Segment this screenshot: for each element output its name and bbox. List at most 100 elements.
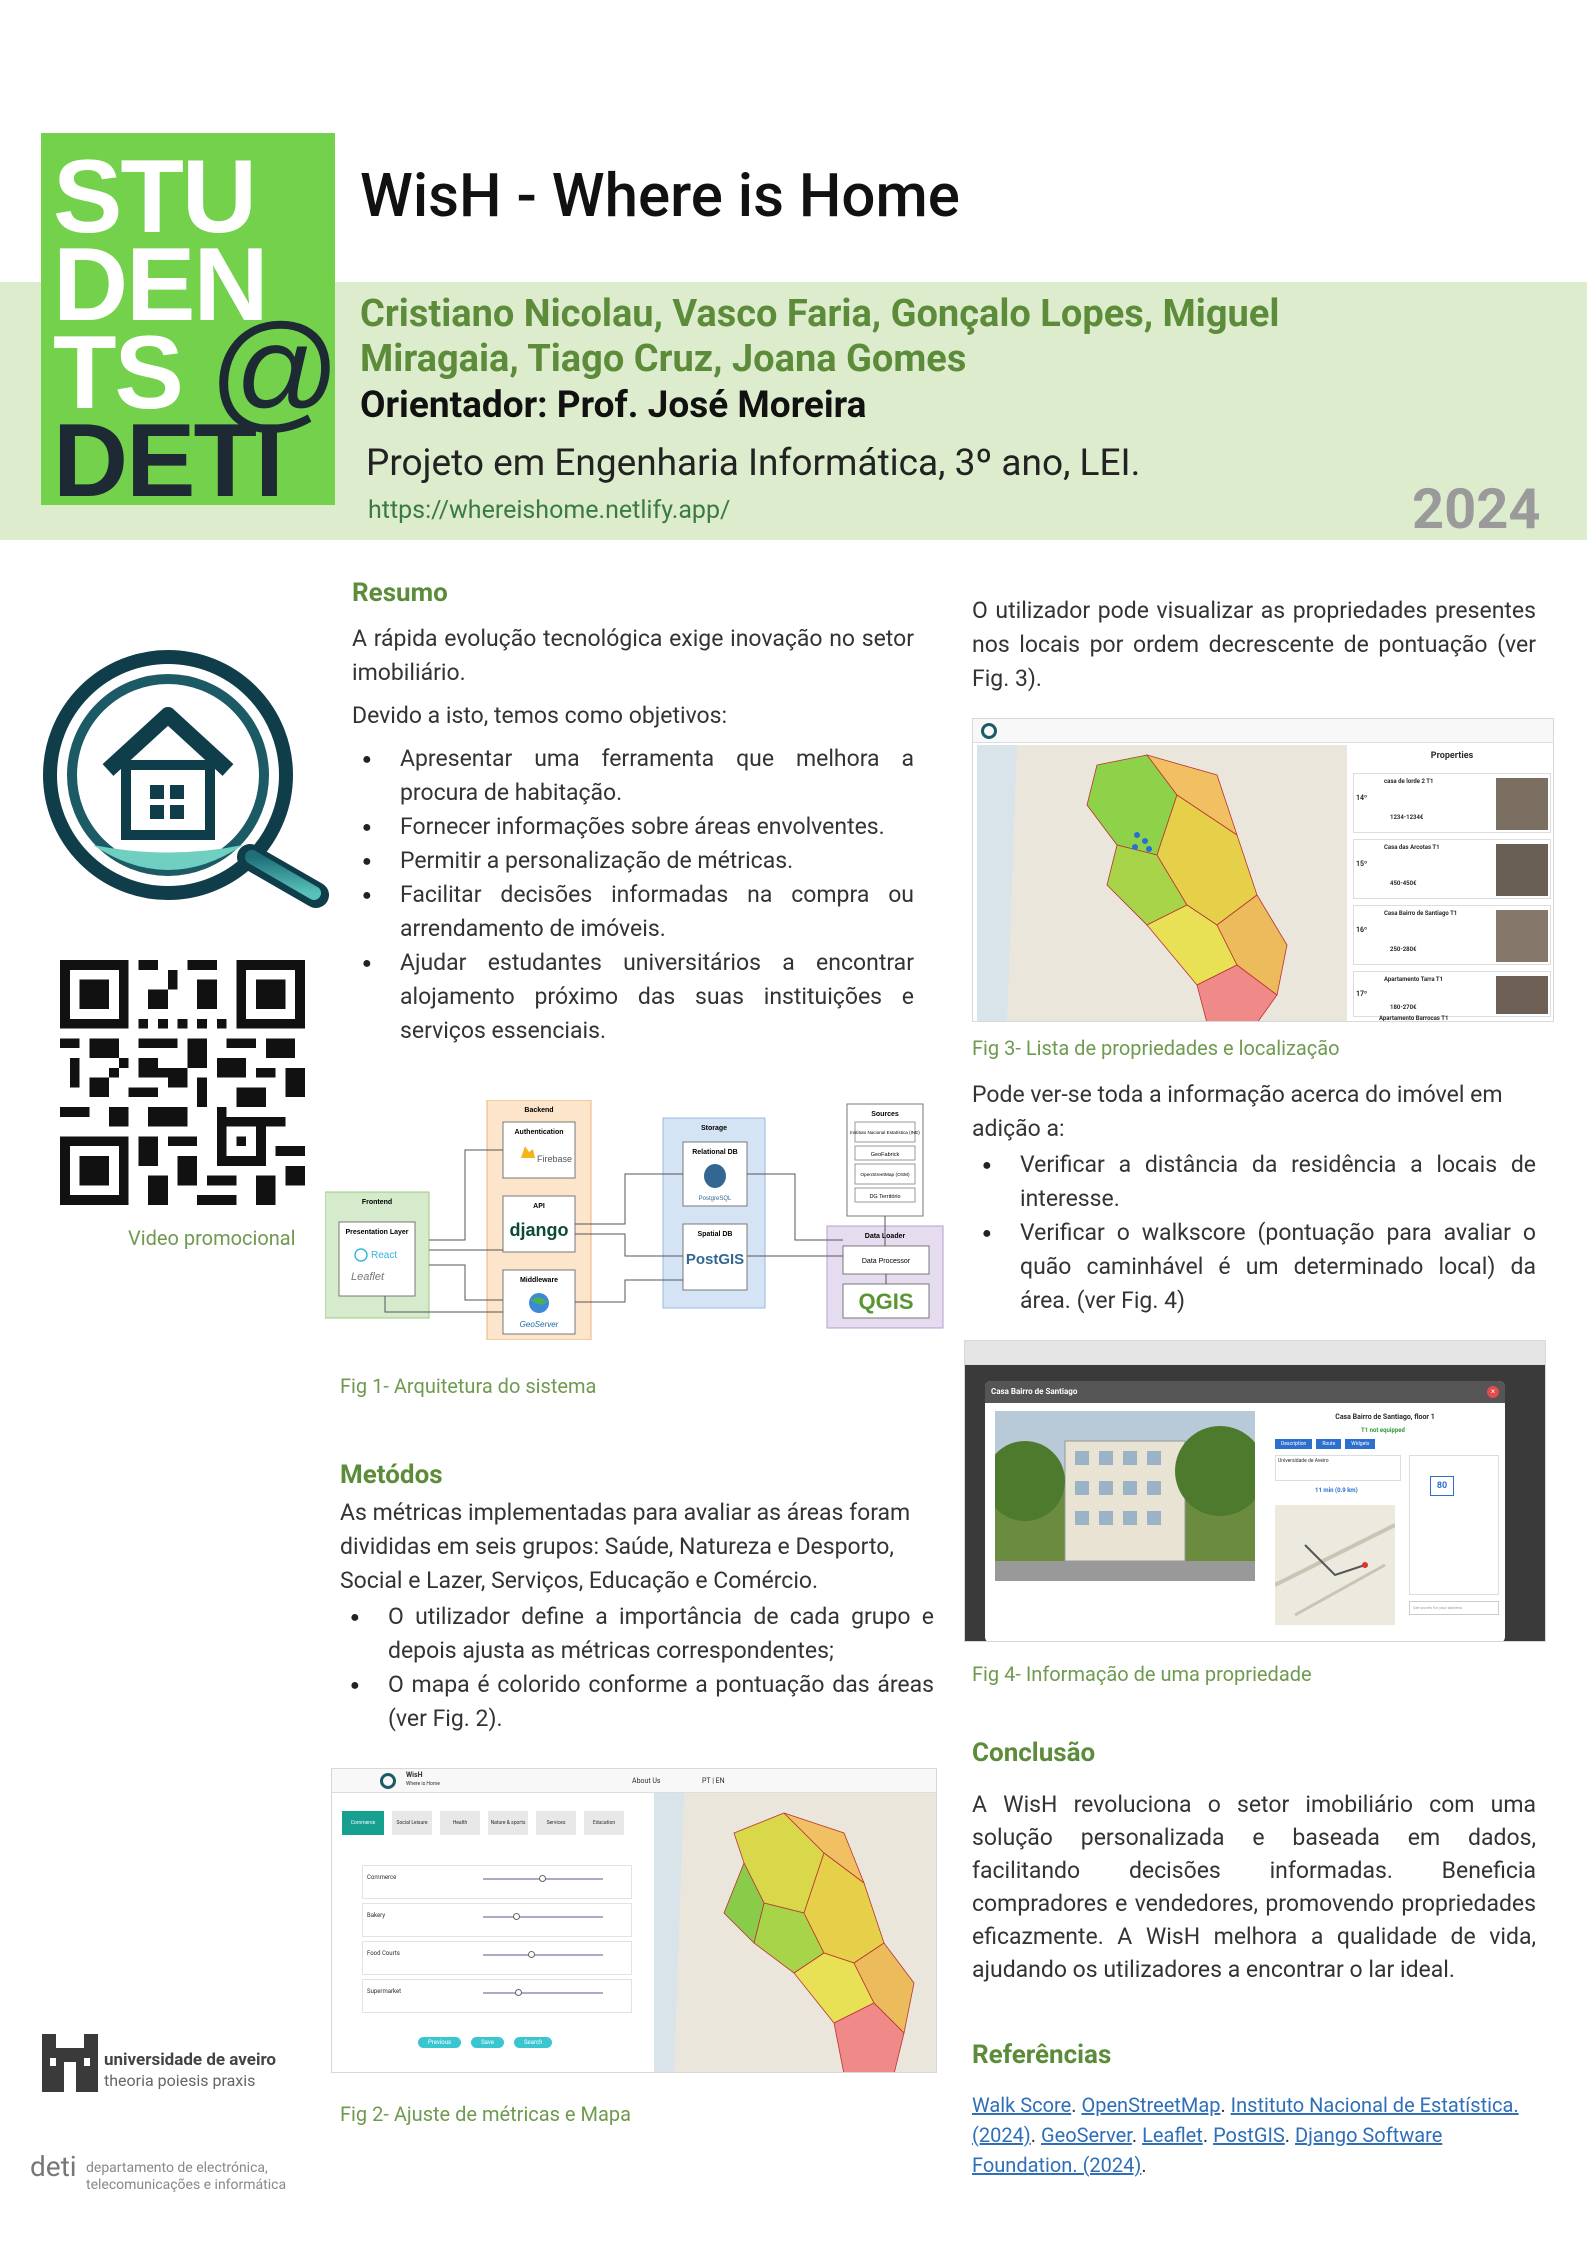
qr-code[interactable] [60,960,305,1205]
university-select[interactable]: Universidade de Aveiro [1275,1455,1401,1481]
storage-label: Storage [701,1125,727,1132]
route-map[interactable] [1274,1505,1396,1625]
resumo-paragraph-1: A rápida evolução tecnológica exige inov… [352,625,914,686]
list-item: Ajudar estudantes universitários a encon… [352,946,914,1048]
list-item: O utilizador define a importância de cad… [340,1600,934,1668]
list-item: Permitir a personalização de métricas. [352,844,914,878]
ref-link[interactable]: Walk Score [972,2093,1071,2117]
save-button[interactable]: Save [471,2037,504,2048]
processor-label: Data Processor [862,1258,911,1265]
close-icon[interactable]: × [1487,1386,1499,1398]
spatial-label: Spatial DB [697,1231,732,1238]
tab-health[interactable]: Health [440,1811,480,1835]
slider-handle[interactable] [513,1913,520,1920]
tab-services[interactable]: Services [536,1811,576,1835]
metric-slider[interactable] [483,1916,603,1918]
list-item: Verificar a distância da residência a lo… [972,1148,1536,1216]
fig1-caption: Fig 1- Arquitetura do sistema [340,1374,597,1398]
tab-widgets[interactable]: Widgets [1345,1439,1376,1449]
property-name: Apartamento Barrocas T1 [1379,1015,1449,1022]
ref-link[interactable]: PostGIS [1213,2123,1285,2147]
tab-description[interactable]: Description [1275,1439,1313,1449]
tab-nature[interactable]: Nature & sports [488,1811,528,1835]
metric-label: Commerce [367,1874,397,1881]
metric-slider[interactable] [483,1954,603,1956]
metric-label: Supermarket [367,1988,402,1995]
walkscore-widget: 80 [1409,1455,1499,1595]
list-item: Facilitar decisões informadas na compra … [352,878,914,946]
tab-commerce[interactable]: Commerce [342,1811,384,1835]
page-title: WisH - Where is Home [360,160,960,231]
fig2-about-link[interactable]: About Us [632,1777,661,1785]
fig2-caption: Fig 2- Ajuste de métricas e Mapa [340,2102,631,2126]
property-price: 250-280€ [1390,946,1417,953]
property-card[interactable]: 17º Apartamento Tarra T1 180-270€ [1353,971,1551,1017]
fig3-map[interactable] [977,745,1347,1021]
property-card[interactable]: 15º Casa das Arcotas T1 450-450€ [1353,839,1551,899]
references-list: Walk Score. OpenStreetMap. Instituto Nac… [972,2093,1519,2177]
ref-link[interactable]: OpenStreetMap [1081,2093,1220,2117]
property-name: Casa das Arcotas T1 [1384,844,1440,851]
property-rank: 16º [1356,926,1368,934]
metric-slider[interactable] [483,1992,603,1994]
property-photo [1496,910,1548,962]
property-card[interactable]: 16º Casa Bairro de Santiago T1 250-280€ [1353,905,1551,965]
app-logo-icon [981,723,997,739]
walkscore-value: 80 [1430,1476,1454,1496]
metric-row: Food Courts [362,1941,632,1975]
search-button[interactable]: Search [513,2037,553,2048]
property-photo [1496,844,1548,896]
auth-label: Authentication [515,1129,564,1136]
relational-label: Relational DB [692,1149,738,1156]
fig2-buttons: Previous Save Search [418,2037,553,2048]
conclusao-text: A WisH revoluciona o setor imobiliário c… [972,1791,1536,1983]
property-photo [985,1411,1265,1581]
deti-name-line-1: departamento de electrónica, [86,2160,268,2176]
authors: Cristiano Nicolau, Vasco Faria, Gonçalo … [360,292,1280,381]
tab-social[interactable]: Social Leisure [392,1811,432,1835]
ref-link[interactable]: GeoServer [1041,2123,1132,2147]
list-item: Verificar o walkscore (pontuação para av… [972,1216,1536,1318]
middleware-label: Middleware [520,1277,558,1284]
slider-handle[interactable] [515,1989,522,1996]
fig4-caption: Fig 4- Informação de uma propriedade [972,1662,1312,1686]
property-card[interactable]: 14º casa de lorde 2 T1 1234-1234€ [1353,773,1551,833]
property-price: 450-450€ [1390,880,1417,887]
modal-title: Casa Bairro de Santiago [991,1387,1078,1396]
fig3-screenshot: Properties 14º casa de lorde 2 T1 1234-1… [972,718,1554,1022]
property-name: Casa Bairro de Santiago T1 [1384,910,1458,917]
fig2-metric-list: Commerce Bakery Food Courts Supermarket [362,1865,632,2025]
list-item: O mapa é colorido conforme a pontuação d… [340,1668,934,1736]
list-item: Fornecer informações sobre áreas envolve… [352,810,914,844]
project-url-link[interactable]: https://whereishome.netlify.app/ [368,496,730,525]
university-name: universidade de aveiro [104,2050,277,2070]
fig2-screenshot: WisH Where is Home About Us PT | EN Comm… [331,1768,937,2073]
qgis-label: QGIS [858,1289,913,1314]
source-1: Instituto Nacional Estatística (INE) [850,1130,920,1135]
source-2: GeoFabrick [871,1152,900,1158]
source-4: DG Território [869,1194,900,1200]
ua-logo-icon [40,2030,100,2094]
ref-link[interactable]: Leaflet [1142,2123,1203,2147]
fig2-app-name: WisH [406,1771,423,1779]
slider-handle[interactable] [528,1951,535,1958]
fig2-map[interactable] [654,1793,936,2072]
fig3-caption: Fig 3- Lista de propriedades e localizaç… [972,1036,1340,1060]
deti-short: deti [30,2150,77,2183]
slider-handle[interactable] [539,1875,546,1882]
tab-education[interactable]: Education [584,1811,624,1835]
previous-button[interactable]: Previous [418,2037,462,2048]
fig2-lang-switch[interactable]: PT | EN [702,1777,725,1785]
logo-at-sign: @ [209,297,335,443]
referencias-heading: Referências [972,2040,1112,2070]
metric-label: Food Courts [367,1950,400,1957]
university-motto: theoria poiesis praxis [104,2071,256,2090]
property-photo [1496,976,1548,1014]
advisor: Orientador: Prof. José Moreira [360,384,867,427]
deti-name-line-2: telecomunicações e informática [86,2177,287,2193]
metodos-heading: Metódos [340,1460,443,1490]
address-search-input[interactable]: Get scores for your address [1409,1601,1499,1615]
property-photo [1496,778,1548,830]
metric-row: Supermarket [362,1979,632,2013]
tab-route[interactable]: Route [1316,1439,1342,1449]
